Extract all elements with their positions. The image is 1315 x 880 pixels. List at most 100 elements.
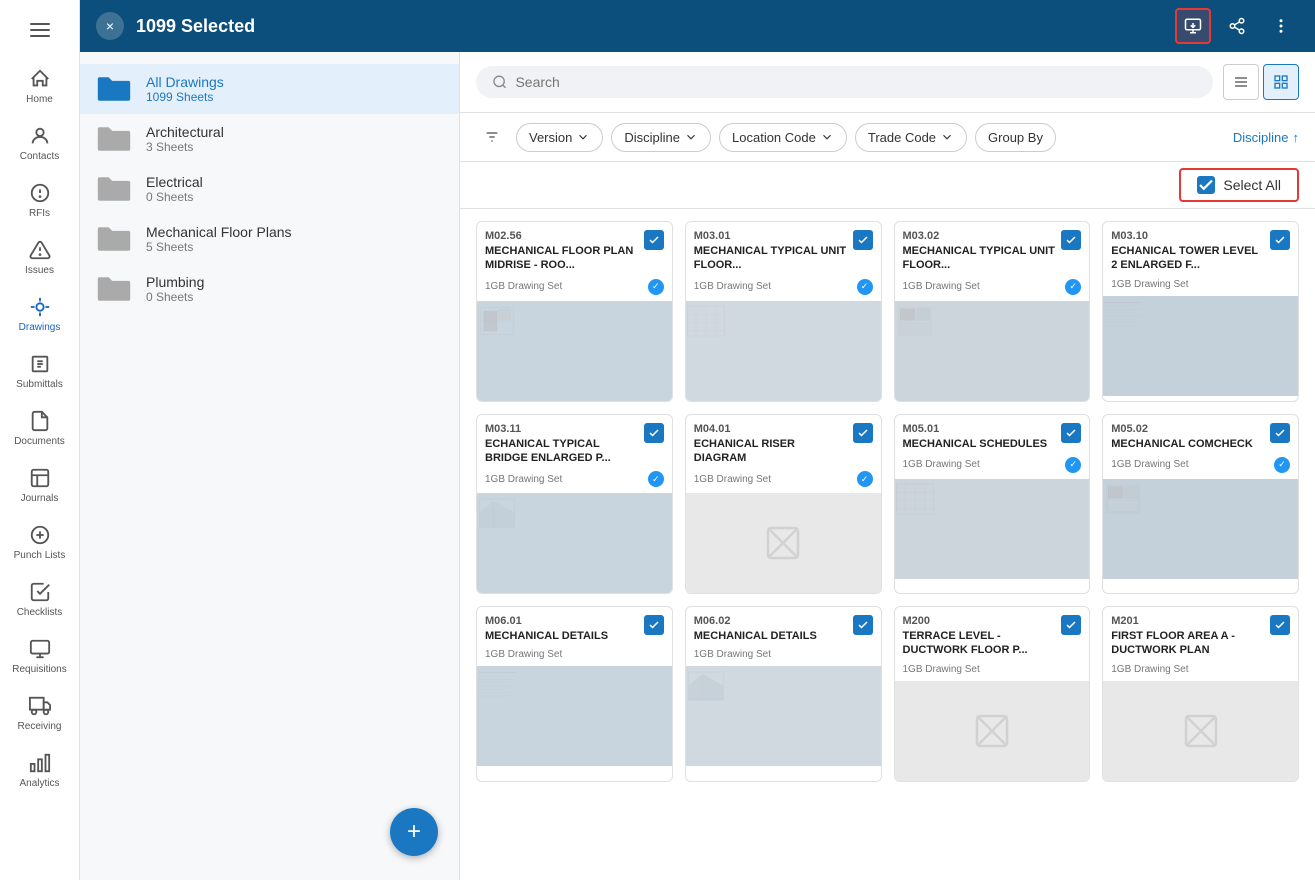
drawing-thumbnail — [477, 301, 672, 401]
list-view-button[interactable] — [1223, 64, 1259, 100]
grid-view-button[interactable] — [1263, 64, 1299, 100]
card-header: M05.02 MECHANICAL COMCHECK — [1103, 415, 1298, 455]
select-all-button[interactable]: Select All — [1179, 168, 1299, 202]
drawing-card[interactable]: M03.10 ECHANICAL TOWER LEVEL 2 ENLARGED … — [1102, 221, 1299, 402]
verified-icon: ✓ — [1065, 457, 1081, 473]
card-checkbox[interactable] — [644, 615, 664, 635]
folder-item-electrical[interactable]: Electrical 0 Sheets — [80, 164, 459, 214]
card-header: M06.02 MECHANICAL DETAILS — [686, 607, 881, 647]
drawing-thumbnail — [1103, 479, 1298, 579]
sidebar-item-checklists[interactable]: Checklists — [0, 571, 79, 628]
card-header: M02.56 MECHANICAL FLOOR PLAN MIDRISE - R… — [477, 222, 672, 277]
folder-item-mechanical[interactable]: Mechanical Floor Plans 5 Sheets — [80, 214, 459, 264]
verified-icon: ✓ — [1065, 279, 1081, 295]
top-bar-actions — [1175, 8, 1299, 44]
sidebar-item-analytics[interactable]: Analytics — [0, 742, 79, 799]
drawing-card[interactable]: M03.11 ECHANICAL TYPICAL BRIDGE ENLARGED… — [476, 414, 673, 595]
sidebar-item-issues[interactable]: Issues — [0, 229, 79, 286]
card-header: M201 FIRST FLOOR AREA A - DUCTWORK PLAN — [1103, 607, 1298, 662]
share-button[interactable] — [1219, 8, 1255, 44]
page-title: 1099 Selected — [136, 16, 1175, 37]
close-button[interactable]: × — [96, 12, 124, 40]
main-area: × 1099 Selected All Drawings 1099 Sheets — [80, 0, 1315, 880]
folder-item-plumbing[interactable]: Plumbing 0 Sheets — [80, 264, 459, 314]
sidebar-item-submittals[interactable]: Submittals — [0, 343, 79, 400]
filter-trade-button[interactable]: Trade Code — [855, 123, 967, 152]
add-button[interactable]: + — [390, 808, 438, 856]
drawing-thumbnail — [477, 493, 672, 593]
drawing-card[interactable]: M03.01 MECHANICAL TYPICAL UNIT FLOOR... … — [685, 221, 882, 402]
hamburger-button[interactable] — [20, 10, 60, 50]
drawing-card[interactable]: M06.02 MECHANICAL DETAILS 1GB Drawing Se… — [685, 606, 882, 782]
sidebar-item-requisitions[interactable]: Requisitions — [0, 628, 79, 685]
folder-item-all[interactable]: All Drawings 1099 Sheets — [80, 64, 459, 114]
folder-item-architectural[interactable]: Architectural 3 Sheets — [80, 114, 459, 164]
card-header: M05.01 MECHANICAL SCHEDULES — [895, 415, 1090, 455]
card-header: M04.01 ECHANICAL RISER DIAGRAM — [686, 415, 881, 470]
sidebar-item-receiving[interactable]: Receiving — [0, 685, 79, 742]
filter-location-button[interactable]: Location Code — [719, 123, 847, 152]
left-panel: All Drawings 1099 Sheets Architectural 3… — [80, 52, 460, 880]
sidebar-item-punchlists[interactable]: Punch Lists — [0, 514, 79, 571]
view-toggle — [1223, 64, 1299, 100]
drawing-thumbnail — [1103, 296, 1298, 396]
card-header: M06.01 MECHANICAL DETAILS — [477, 607, 672, 647]
download-button[interactable] — [1175, 8, 1211, 44]
drawing-thumbnail — [895, 301, 1090, 401]
drawing-thumbnail — [895, 479, 1090, 579]
search-bar-row — [460, 52, 1315, 113]
verified-icon: ✓ — [648, 279, 664, 295]
search-input-wrap — [476, 66, 1213, 98]
filter-version-button[interactable]: Version — [516, 123, 603, 152]
card-checkbox[interactable] — [853, 615, 873, 635]
filter-row: Version Discipline Location Code Trade C… — [460, 113, 1315, 162]
card-checkbox[interactable] — [644, 423, 664, 443]
card-header: M03.01 MECHANICAL TYPICAL UNIT FLOOR... — [686, 222, 881, 277]
more-options-button[interactable] — [1263, 8, 1299, 44]
card-checkbox[interactable] — [1061, 615, 1081, 635]
drawing-thumbnail — [477, 666, 672, 766]
filter-discipline-button[interactable]: Discipline — [611, 123, 711, 152]
drawing-card[interactable]: M02.56 MECHANICAL FLOOR PLAN MIDRISE - R… — [476, 221, 673, 402]
drawing-card[interactable]: M200 TERRACE LEVEL - DUCTWORK FLOOR P...… — [894, 606, 1091, 782]
select-all-row: Select All — [460, 162, 1315, 209]
sidebar-item-drawings[interactable]: Drawings — [0, 286, 79, 343]
drawing-card[interactable]: M201 FIRST FLOOR AREA A - DUCTWORK PLAN … — [1102, 606, 1299, 782]
drawings-grid: M02.56 MECHANICAL FLOOR PLAN MIDRISE - R… — [460, 209, 1315, 880]
filter-groupby-button[interactable]: Group By — [975, 123, 1056, 152]
card-header: M03.02 MECHANICAL TYPICAL UNIT FLOOR... — [895, 222, 1090, 277]
drawing-thumbnail — [686, 301, 881, 401]
filter-icon-button[interactable] — [476, 121, 508, 153]
sidebar-item-home[interactable]: Home — [0, 58, 79, 115]
top-bar: × 1099 Selected — [80, 0, 1315, 52]
card-checkbox[interactable] — [644, 230, 664, 250]
sidebar-item-journals[interactable]: Journals — [0, 457, 79, 514]
drawing-card[interactable]: M04.01 ECHANICAL RISER DIAGRAM 1GB Drawi… — [685, 414, 882, 595]
card-checkbox[interactable] — [1061, 230, 1081, 250]
drawing-card[interactable]: M05.01 MECHANICAL SCHEDULES 1GB Drawing … — [894, 414, 1091, 595]
sort-label: Discipline ↑ — [1233, 130, 1299, 145]
drawing-thumbnail — [895, 681, 1090, 781]
drawing-thumbnail — [686, 666, 881, 766]
right-panel: Version Discipline Location Code Trade C… — [460, 52, 1315, 880]
card-checkbox[interactable] — [1270, 615, 1290, 635]
sidebar-item-rfis[interactable]: RFIs — [0, 172, 79, 229]
verified-icon: ✓ — [857, 471, 873, 487]
card-checkbox[interactable] — [1061, 423, 1081, 443]
card-header: M03.10 ECHANICAL TOWER LEVEL 2 ENLARGED … — [1103, 222, 1298, 277]
select-all-checkbox — [1197, 176, 1215, 194]
sidebar: Home Contacts RFIs Issues Drawings Submi… — [0, 0, 80, 880]
drawing-card[interactable]: M06.01 MECHANICAL DETAILS 1GB Drawing Se… — [476, 606, 673, 782]
drawing-card[interactable]: M03.02 MECHANICAL TYPICAL UNIT FLOOR... … — [894, 221, 1091, 402]
card-checkbox[interactable] — [1270, 423, 1290, 443]
search-icon — [492, 74, 507, 90]
card-checkbox[interactable] — [853, 423, 873, 443]
search-input[interactable] — [515, 74, 1197, 90]
drawing-card[interactable]: M05.02 MECHANICAL COMCHECK 1GB Drawing S… — [1102, 414, 1299, 595]
sidebar-item-documents[interactable]: Documents — [0, 400, 79, 457]
card-header: M200 TERRACE LEVEL - DUCTWORK FLOOR P... — [895, 607, 1090, 662]
sidebar-item-contacts[interactable]: Contacts — [0, 115, 79, 172]
card-checkbox[interactable] — [853, 230, 873, 250]
drawing-thumbnail — [686, 493, 881, 593]
card-checkbox[interactable] — [1270, 230, 1290, 250]
